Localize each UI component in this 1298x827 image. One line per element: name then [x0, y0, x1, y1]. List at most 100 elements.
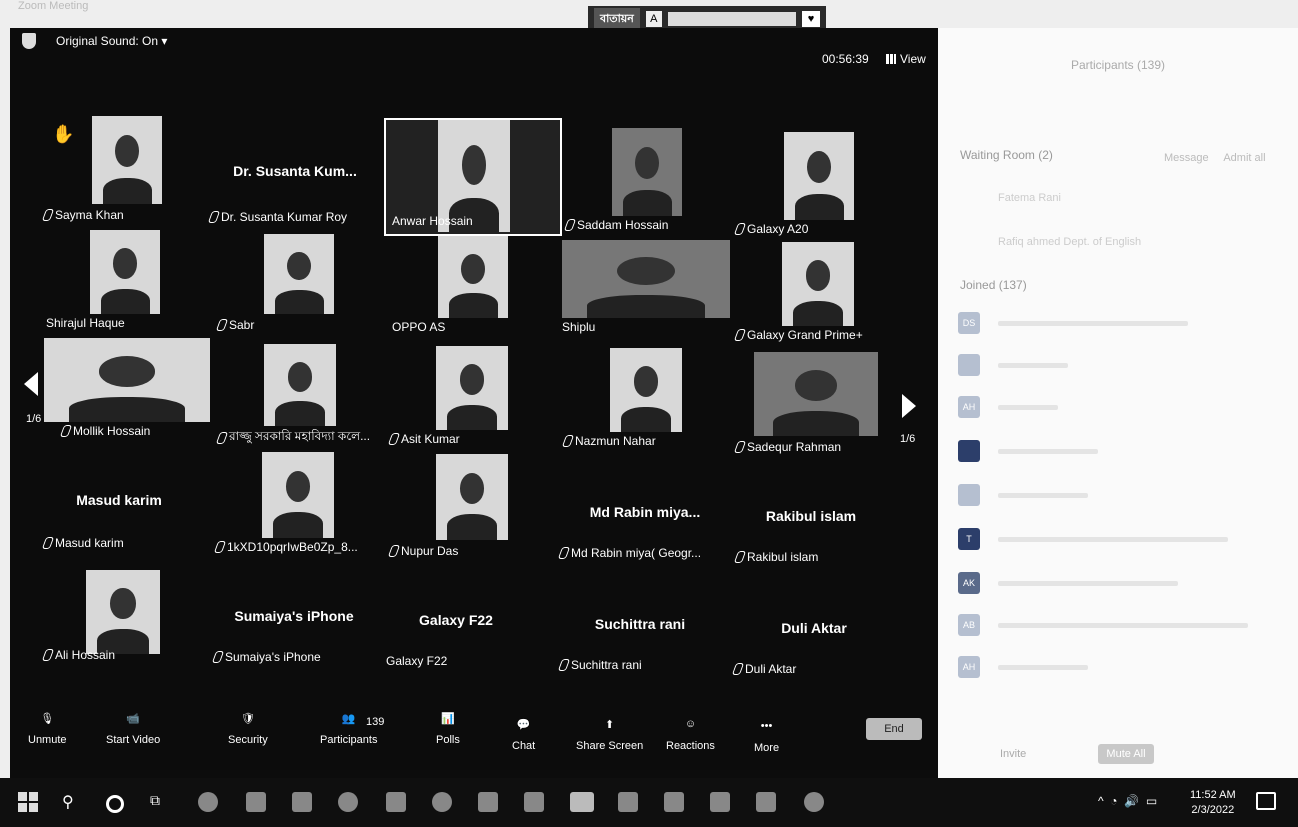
participants-panel-title: Participants (139): [1070, 58, 1166, 72]
edge-browser-icon[interactable]: [198, 792, 218, 812]
chat-icon: 💬: [516, 718, 531, 731]
security-label: Security: [228, 734, 268, 746]
mute-all-button[interactable]: Mute All: [1098, 744, 1154, 764]
video-thumbnail: [262, 452, 334, 538]
view-button[interactable]: View: [886, 52, 926, 66]
video-tile-mollik[interactable]: Mollik Hossain: [44, 338, 212, 442]
video-tile-shiplu[interactable]: Shiplu: [562, 240, 732, 336]
video-tile-sabr[interactable]: Sabr: [215, 234, 348, 334]
mail-icon[interactable]: [292, 792, 312, 812]
video-tile-ali[interactable]: Ali Hossain: [41, 568, 174, 668]
video-tile-oppo[interactable]: OPPO AS: [392, 236, 518, 336]
security-button[interactable]: 🛡 Security: [228, 708, 268, 747]
participant-name: Ali Hossain: [55, 648, 116, 662]
participant-row[interactable]: AB: [958, 614, 1278, 638]
app-icon[interactable]: [710, 792, 730, 812]
video-tile-galaxy-grand-prime[interactable]: Galaxy Grand Prime+: [733, 242, 886, 342]
video-tile-duli[interactable]: Duli Aktar Duli Aktar: [731, 618, 894, 688]
video-tile-sayma[interactable]: ✋ Sayma Khan: [41, 116, 184, 226]
video-tile-sadequr[interactable]: Sadequr Rahman: [733, 352, 880, 456]
windows-start-icon[interactable]: [18, 792, 38, 812]
mic-muted-icon: [733, 441, 747, 453]
participant-avatar: AH: [958, 396, 980, 418]
participant-name: Sadequr Rahman: [747, 440, 842, 454]
chrome-icon[interactable]: [338, 792, 358, 812]
notification-center-icon[interactable]: [1256, 792, 1276, 810]
video-tile-galaxy-f22[interactable]: Galaxy F22 Galaxy F22: [386, 610, 526, 680]
end-meeting-button[interactable]: End: [866, 718, 922, 740]
invite-button[interactable]: Invite: [1000, 748, 1026, 760]
next-page-arrow-icon[interactable]: [902, 394, 916, 418]
message-button[interactable]: Message: [1164, 152, 1209, 164]
video-tile-saddam[interactable]: Saddam Hossain: [563, 128, 706, 234]
taskbar-clock[interactable]: 11:52 AM 2/3/2022: [1190, 788, 1236, 818]
app-icon[interactable]: [386, 792, 406, 812]
participant-row[interactable]: [958, 484, 1278, 508]
store-icon[interactable]: [478, 792, 498, 812]
participant-name: রাজ্জু সরকারি মহাবিদ্যা কলে...: [229, 429, 371, 443]
participant-name: Dr. Susanta Kumar Roy: [221, 210, 348, 224]
video-tile-nazmun[interactable]: Nazmun Nahar: [561, 348, 704, 452]
video-tile-ikxd[interactable]: 1kXD10pqrIwBe0Zp_8...: [213, 452, 386, 562]
unmute-button[interactable]: 🎙 Unmute: [28, 708, 67, 747]
mic-muted-icon: [733, 551, 747, 563]
waiting-participant[interactable]: Rafiq ahmed Dept. of English: [998, 236, 1141, 248]
app-icon[interactable]: [756, 792, 776, 812]
participant-row[interactable]: AH: [958, 656, 1278, 680]
video-tile-nupur[interactable]: Nupur Das: [387, 454, 520, 564]
system-tray-icons[interactable]: ^ ◔ 🔊 ▭: [1098, 794, 1157, 808]
participant-name: Sayma Khan: [55, 208, 124, 222]
search-icon[interactable]: ⚲: [62, 792, 82, 812]
pdf-icon[interactable]: A: [645, 11, 662, 27]
chat-button[interactable]: 💬 Chat: [512, 714, 535, 753]
participant-name: 1kXD10pqrIwBe0Zp_8...: [227, 540, 358, 554]
reactions-button[interactable]: ☺ Reactions: [666, 714, 715, 752]
cortana-icon[interactable]: [106, 795, 124, 813]
meeting-window: Original Sound: On ▾ 00:56:39 View 1/6 1…: [10, 28, 938, 778]
more-button[interactable]: ••• More: [754, 716, 779, 754]
participant-name: Nazmun Nahar: [575, 434, 656, 448]
firefox-icon[interactable]: [432, 792, 452, 812]
video-tile-rabin[interactable]: Md Rabin miya... Md Rabin miya( Geogr...: [557, 500, 730, 570]
video-tile-galaxy-a20[interactable]: Galaxy A20: [733, 132, 866, 238]
opera-icon[interactable]: [804, 792, 824, 812]
participant-row[interactable]: DS: [958, 312, 1278, 336]
participant-display-name: Masud karim: [76, 492, 162, 508]
shield-icon[interactable]: ♥: [802, 11, 820, 27]
participants-label: Participants: [320, 734, 378, 746]
participant-row[interactable]: T: [958, 528, 1278, 552]
zoom-app-icon[interactable]: [570, 792, 594, 812]
file-explorer-icon[interactable]: [246, 792, 266, 812]
video-tile-rakibul[interactable]: Rakibul islam Rakibul islam: [733, 504, 886, 574]
video-tile-masud[interactable]: Masud karim Masud karim: [41, 488, 194, 558]
original-sound-toggle[interactable]: Original Sound: On ▾: [56, 34, 167, 48]
participant-row[interactable]: AK: [958, 572, 1278, 596]
video-tile-asit[interactable]: Asit Kumar: [387, 346, 520, 446]
video-tile-sumaiya[interactable]: Sumaiya's iPhone Sumaiya's iPhone: [211, 606, 374, 676]
participant-avatar: [958, 354, 980, 376]
participant-avatar: DS: [958, 312, 980, 334]
participant-row[interactable]: [958, 440, 1278, 464]
video-tile-suchittra[interactable]: Suchittra rani Suchittra rani: [557, 614, 720, 684]
video-tile-anwar-active-speaker[interactable]: Anwar Hossain: [384, 118, 562, 236]
video-tile-shirajul[interactable]: Shirajul Haque: [46, 228, 176, 332]
participant-row[interactable]: [958, 354, 1278, 378]
previous-page-arrow-icon[interactable]: [24, 372, 38, 396]
video-tile-rajju[interactable]: রাজ্জু সরকারি মহাবিদ্যা কলে...: [215, 344, 388, 444]
original-sound-label: Original Sound: On: [56, 34, 159, 48]
video-tile-susanta[interactable]: Dr. Susanta Kum... Dr. Susanta Kumar Roy: [207, 148, 380, 228]
participants-icon: 👥: [341, 712, 356, 725]
app-icon[interactable]: [618, 792, 638, 812]
encryption-shield-icon[interactable]: [22, 33, 36, 49]
app-icon[interactable]: [664, 792, 684, 812]
share-screen-button[interactable]: ⬆ Share Screen: [576, 714, 643, 753]
admit-all-button[interactable]: Admit all: [1223, 152, 1265, 164]
camera-icon[interactable]: [524, 792, 544, 812]
waiting-participant[interactable]: Fatema Rani: [998, 192, 1061, 204]
polls-button[interactable]: 📊 Polls: [436, 708, 460, 747]
participant-row[interactable]: AH: [958, 396, 1278, 420]
polls-icon: 📊: [441, 712, 455, 725]
start-video-button[interactable]: 📹 Start Video: [106, 708, 160, 747]
task-view-icon[interactable]: ⧉: [150, 792, 170, 812]
participant-display-name: Sumaiya's iPhone: [234, 608, 354, 624]
